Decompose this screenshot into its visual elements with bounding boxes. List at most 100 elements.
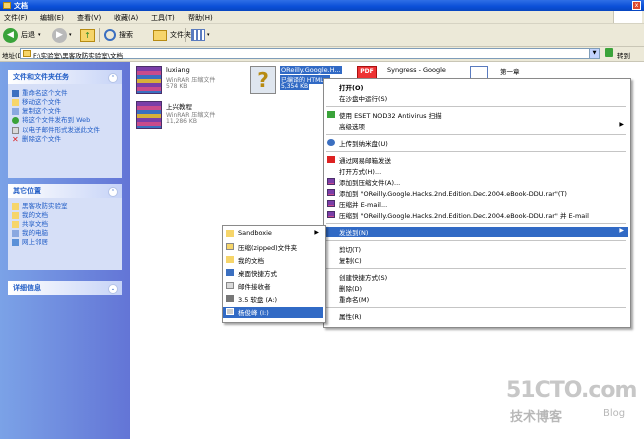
search-button[interactable]: 搜索 <box>104 27 133 43</box>
menu-view[interactable]: 查看(V) <box>77 13 101 23</box>
task-label: 删除这个文件 <box>22 135 61 143</box>
views-button[interactable]: ▾ <box>191 27 210 43</box>
toolbar-separator <box>185 28 186 42</box>
file-tasks-header[interactable]: 文件和文件夹任务 ⌃ <box>8 70 122 84</box>
move-icon <box>12 99 19 106</box>
rename-icon <box>12 90 19 97</box>
copy-icon <box>12 108 19 115</box>
menu-upload-nanopan[interactable]: 上传到纳米盘(U) <box>324 138 628 148</box>
menu-send-netease[interactable]: 通过网易邮箱发送 <box>324 155 628 165</box>
file-name: luxiang <box>166 66 190 74</box>
desktop-icon <box>226 269 234 276</box>
upload-icon <box>327 139 335 146</box>
menu-add-to-rar[interactable]: 添加到 "OReilly.Google.Hacks.2nd.Edition.De… <box>324 188 628 198</box>
other-places-header[interactable]: 其它位置 ⌃ <box>8 184 122 198</box>
title-bar[interactable]: 文档 x <box>0 0 644 11</box>
winrar-icon <box>327 200 335 207</box>
task-delete[interactable]: ✕ 删除这个文件 <box>8 135 122 144</box>
menu-favorites[interactable]: 收藏(A) <box>114 13 138 23</box>
back-button[interactable]: ◀ 后退 ▾ <box>3 27 41 43</box>
place-shared-documents[interactable]: 共享文档 <box>8 220 122 229</box>
menu-create-shortcut[interactable]: 创建快捷方式(S) <box>324 272 628 282</box>
file-size: 5,354 KB <box>280 83 310 90</box>
file-tasks-title: 文件和文件夹任务 <box>13 73 69 81</box>
sendto-removable-drive[interactable]: 杨俊峰 (I:) <box>223 307 323 318</box>
menu-compress-rar-email[interactable]: 压缩到 "OReilly.Google.Hacks.2nd.Edition.De… <box>324 210 628 220</box>
place-my-documents[interactable]: 我的文档 <box>8 211 122 220</box>
zip-folder-icon <box>226 243 234 250</box>
menu-rename[interactable]: 重命名(M) <box>324 294 628 304</box>
sendto-sandboxie[interactable]: Sandboxie ▶ <box>223 229 323 240</box>
sendto-my-documents[interactable]: 我的文档 <box>223 255 323 266</box>
email-icon <box>12 127 19 134</box>
place-lab[interactable]: 黑客攻防实验室 <box>8 202 122 211</box>
my-documents-icon <box>226 256 234 263</box>
details-header[interactable]: 详细信息 ⌄ <box>8 281 122 295</box>
file-tasks-panel: 文件和文件夹任务 ⌃ 重命名这个文件 移动这个文件 复制这个文件 将这个文件发布… <box>8 70 122 178</box>
menu-cut[interactable]: 剪切(T) <box>324 244 628 254</box>
task-label: 将这个文件发布到 Web <box>22 116 91 124</box>
menu-tools[interactable]: 工具(T) <box>151 13 175 23</box>
globe-icon <box>12 117 19 124</box>
menu-open-with[interactable]: 打开方式(H)... <box>324 166 628 176</box>
other-places-title: 其它位置 <box>13 187 41 195</box>
menu-separator <box>326 106 626 107</box>
menu-send-to[interactable]: 发送到(N) ▶ <box>324 227 628 237</box>
task-publish-web[interactable]: 将这个文件发布到 Web <box>8 116 122 125</box>
task-rename[interactable]: 重命名这个文件 <box>8 89 122 98</box>
menu-delete[interactable]: 删除(D) <box>324 283 628 293</box>
collapse-icon[interactable]: ⌃ <box>108 187 118 197</box>
address-input[interactable]: F:\实验室\黑客攻防实验室\文档 ▼ <box>20 48 600 60</box>
place-label: 黑客攻防实验室 <box>22 202 68 210</box>
menu-edit[interactable]: 编辑(E) <box>40 13 64 23</box>
up-folder-icon: ↑ <box>80 28 95 42</box>
task-copy[interactable]: 复制这个文件 <box>8 107 122 116</box>
menu-copy[interactable]: 复制(C) <box>324 255 628 265</box>
menu-eset-scan[interactable]: 使用 ESET NOD32 Antivirus 扫描 <box>324 110 628 120</box>
go-arrow-icon[interactable] <box>605 48 613 57</box>
menu-add-archive[interactable]: 添加到压缩文件(A)... <box>324 177 628 187</box>
sendto-desktop-shortcut[interactable]: 桌面快捷方式 <box>223 268 323 279</box>
place-network[interactable]: 网上邻居 <box>8 238 122 247</box>
folder-icon <box>23 50 31 57</box>
menu-properties[interactable]: 属性(R) <box>324 311 628 321</box>
details-title: 详细信息 <box>13 284 41 292</box>
network-icon <box>12 239 19 246</box>
task-email[interactable]: 以电子邮件形式发送此文件 <box>8 126 118 134</box>
menu-compress-email[interactable]: 压缩并 E-mail... <box>324 199 628 209</box>
place-label: 网上邻居 <box>22 238 48 246</box>
go-button[interactable]: 转到 <box>617 50 630 60</box>
task-move[interactable]: 移动这个文件 <box>8 98 122 107</box>
menu-open[interactable]: 打开(O) <box>324 82 628 92</box>
folder-icon <box>226 230 234 237</box>
close-icon[interactable]: x <box>632 1 641 10</box>
toolbar: ◀ 后退 ▾ ▶ ▾ ↑ 搜索 文件夹 ▾ <box>0 24 644 47</box>
menu-file[interactable]: 文件(F) <box>4 13 28 23</box>
chevron-down-icon: ▾ <box>207 32 210 38</box>
chevron-down-icon: ▾ <box>69 32 72 38</box>
submenu-arrow-icon: ▶ <box>619 227 624 234</box>
sendto-floppy[interactable]: 3.5 软盘 (A:) <box>223 294 323 305</box>
menu-run-sandbox[interactable]: 在沙盘中运行(S) <box>324 93 628 103</box>
task-label: 移动这个文件 <box>22 98 61 106</box>
address-bar: 地址(D) F:\实验室\黑客攻防实验室\文档 ▼ 转到 <box>0 47 644 62</box>
menu-advanced[interactable]: 高级选项 ▶ <box>324 121 628 131</box>
mail-icon <box>226 282 234 289</box>
sendto-zip-folder[interactable]: 压缩(zipped)文件夹 <box>223 242 323 253</box>
expand-icon[interactable]: ⌄ <box>108 284 118 294</box>
winrar-icon <box>327 178 335 185</box>
search-icon <box>104 29 116 41</box>
submenu-arrow-icon: ▶ <box>314 229 319 236</box>
forward-button[interactable]: ▶ ▾ <box>52 27 72 43</box>
up-folder-button[interactable]: ↑ <box>80 27 95 43</box>
chevron-down-icon[interactable]: ▼ <box>589 49 599 58</box>
views-icon <box>191 29 205 41</box>
menu-help[interactable]: 帮助(H) <box>188 13 213 23</box>
winrar-archive-icon <box>136 101 162 129</box>
collapse-icon[interactable]: ⌃ <box>108 73 118 83</box>
menu-separator <box>326 240 626 241</box>
place-my-computer[interactable]: 我的电脑 <box>8 229 122 238</box>
sendto-mail-recipient[interactable]: 邮件接收者 <box>223 281 323 292</box>
sendto-submenu: Sandboxie ▶ 压缩(zipped)文件夹 我的文档 桌面快捷方式 邮件接… <box>222 225 326 323</box>
shared-folder-icon <box>12 221 19 228</box>
